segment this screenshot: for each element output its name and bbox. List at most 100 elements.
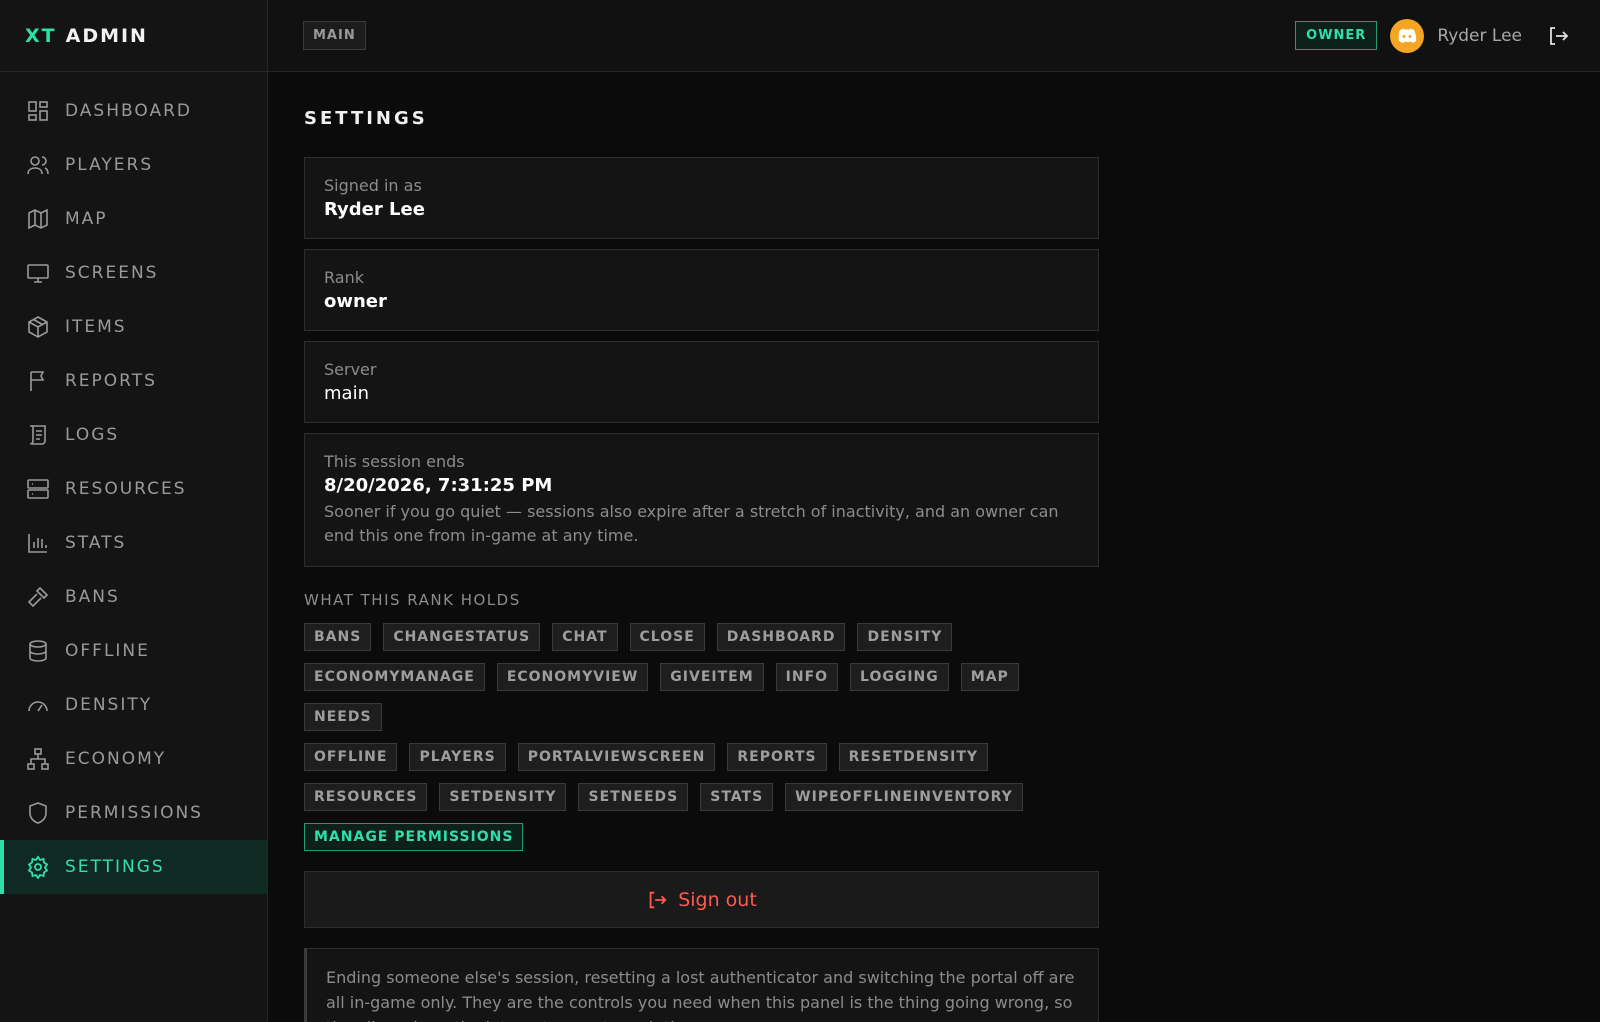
gavel-icon: [27, 586, 49, 608]
discord-icon: [1399, 28, 1417, 43]
sidebar-item-label: ITEMS: [65, 317, 127, 337]
permission-tag: PORTALVIEWSCREEN: [517, 743, 716, 771]
session-end-value: 8/20/2026, 7:31:25 PM: [324, 475, 553, 496]
permission-tag: RESOURCES: [304, 783, 428, 811]
session-note: Sooner if you go quiet — sessions also e…: [324, 502, 1059, 545]
rank-card: Rank owner: [304, 249, 1099, 331]
sidebar-nav: DASHBOARD PLAYERS MAP SCREENS ITEMS REPO…: [0, 72, 267, 894]
in-game-notice: Ending someone else's session, resetting…: [304, 948, 1099, 1022]
bar-chart-icon: [28, 534, 47, 553]
sidebar-item-bans[interactable]: BANS: [0, 570, 267, 624]
sidebar-item-label: SETTINGS: [65, 857, 165, 877]
page-title: SETTINGS: [304, 108, 428, 129]
database-icon: [29, 640, 47, 662]
sidebar-item-settings[interactable]: SETTINGS: [0, 840, 267, 894]
signed-in-value: Ryder Lee: [324, 199, 425, 220]
brand-logo[interactable]: XT ADMIN: [0, 0, 267, 72]
sidebar-item-economy[interactable]: ECONOMY: [0, 732, 267, 786]
gear-icon: [27, 855, 49, 879]
session-label: This session ends: [324, 452, 465, 471]
permission-tag: BANS: [304, 623, 372, 651]
permission-tag: OFFLINE: [304, 743, 398, 771]
permission-tag: WIPEOFFLINEINVENTORY: [785, 783, 1023, 811]
server-icon: [27, 479, 49, 499]
sidebar-item-label: BANS: [65, 587, 120, 607]
rank-value: owner: [324, 291, 387, 312]
server-card: Server main: [304, 341, 1099, 423]
sidebar-item-density[interactable]: DENSITY: [0, 678, 267, 732]
sidebar-item-resources[interactable]: RESOURCES: [0, 462, 267, 516]
sidebar-item-dashboard[interactable]: DASHBOARD: [0, 84, 267, 138]
permission-tag: NEEDS: [304, 703, 382, 731]
sidebar-item-screens[interactable]: SCREENS: [0, 246, 267, 300]
shield-icon: [29, 802, 47, 824]
sidebar-item-players[interactable]: PLAYERS: [0, 138, 267, 192]
permission-tag: DASHBOARD: [716, 623, 846, 651]
permission-tag: MAP: [960, 663, 1019, 691]
server-value: main: [324, 383, 369, 404]
sign-out-icon: [649, 891, 667, 908]
dashboard-icon: [28, 101, 48, 121]
sidebar-item-label: PLAYERS: [65, 155, 154, 175]
rank-label: Rank: [324, 268, 364, 287]
signed-in-card: Signed in as Ryder Lee: [304, 157, 1099, 239]
flag-icon: [30, 371, 45, 391]
sidebar-item-offline[interactable]: OFFLINE: [0, 624, 267, 678]
role-badge: OWNER: [1295, 21, 1378, 50]
sidebar-item-label: MAP: [65, 209, 108, 229]
sidebar-item-label: REPORTS: [65, 371, 157, 391]
sidebar-item-label: RESOURCES: [65, 479, 187, 499]
logout-icon[interactable]: [1546, 24, 1570, 48]
map-icon: [28, 208, 48, 230]
box-icon: [28, 316, 48, 338]
sidebar-item-stats[interactable]: STATS: [0, 516, 267, 570]
main-content: SETTINGS Signed in as Ryder Lee Rank own…: [304, 72, 1099, 1022]
gauge-icon: [28, 701, 48, 712]
session-card: This session ends 8/20/2026, 7:31:25 PM …: [304, 433, 1099, 567]
sidebar-item-items[interactable]: ITEMS: [0, 300, 267, 354]
breadcrumb[interactable]: MAIN: [303, 21, 366, 50]
topbar: MAIN OWNER Ryder Lee: [268, 0, 1600, 72]
sidebar-item-label: PERMISSIONS: [65, 803, 203, 823]
permission-tags: BANS CHANGESTATUS CHAT CLOSE DASHBOARD D…: [304, 623, 1099, 823]
server-label: Server: [324, 360, 377, 379]
sidebar-item-map[interactable]: MAP: [0, 192, 267, 246]
monitor-icon: [27, 264, 49, 283]
permission-tag: RESETDENSITY: [838, 743, 989, 771]
sidebar-item-label: ECONOMY: [65, 749, 167, 769]
sidebar-item-label: OFFLINE: [65, 641, 150, 661]
permission-tag: REPORTS: [727, 743, 827, 771]
username: Ryder Lee: [1437, 25, 1522, 46]
scroll-icon: [29, 425, 46, 445]
sidebar-item-label: DASHBOARD: [65, 101, 192, 121]
permission-tag: ECONOMYMANAGE: [304, 663, 485, 691]
permission-tag: LOGGING: [850, 663, 949, 691]
network-icon: [27, 748, 49, 770]
permission-tag: CHANGESTATUS: [383, 623, 541, 651]
permission-tag: ECONOMYVIEW: [496, 663, 649, 691]
sidebar-item-label: SCREENS: [65, 263, 159, 283]
manage-permissions-button[interactable]: MANAGE PERMISSIONS: [304, 823, 524, 851]
users-icon: [27, 156, 49, 175]
user-area: OWNER Ryder Lee: [1295, 18, 1570, 53]
sidebar-item-reports[interactable]: REPORTS: [0, 354, 267, 408]
sidebar: XT ADMIN DASHBOARD PLAYERS MAP SCREENS I…: [0, 0, 268, 1022]
permission-tag: CHAT: [552, 623, 618, 651]
brand-accent: XT: [25, 24, 57, 47]
avatar[interactable]: [1390, 18, 1425, 53]
sign-out-label: Sign out: [678, 888, 757, 911]
permission-tag: SETNEEDS: [578, 783, 689, 811]
permission-tag: GIVEITEM: [660, 663, 764, 691]
permission-tag: INFO: [775, 663, 839, 691]
sidebar-item-label: LOGS: [65, 425, 120, 445]
sidebar-item-label: STATS: [65, 533, 127, 553]
sidebar-item-logs[interactable]: LOGS: [0, 408, 267, 462]
permission-tag: PLAYERS: [409, 743, 506, 771]
signed-in-label: Signed in as: [324, 176, 422, 195]
sidebar-item-label: DENSITY: [65, 695, 153, 715]
permission-tag: SETDENSITY: [439, 783, 567, 811]
permission-tag: DENSITY: [857, 623, 953, 651]
sign-out-button[interactable]: Sign out: [304, 871, 1099, 928]
permission-tag: CLOSE: [629, 623, 705, 651]
sidebar-item-permissions[interactable]: PERMISSIONS: [0, 786, 267, 840]
